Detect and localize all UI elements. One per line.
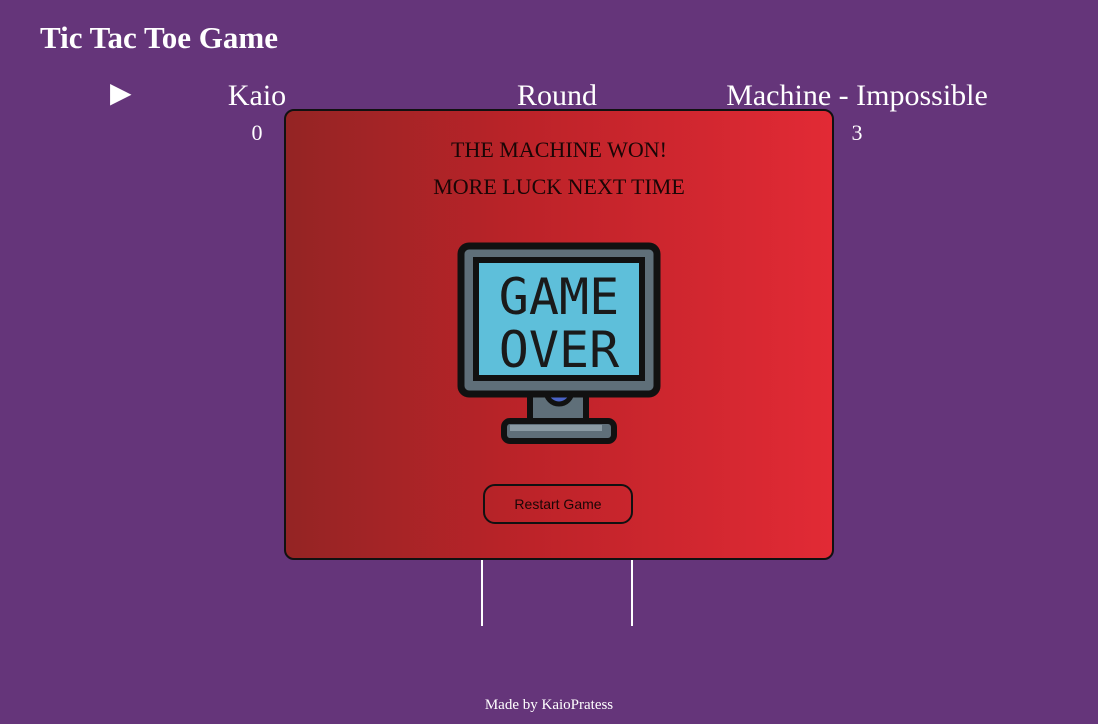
game-over-monitor-icon: GAME OVER (457, 242, 661, 444)
game-over-text-top: GAME (499, 268, 619, 326)
board-grid-line-right (631, 559, 633, 626)
player-score: 0 (251, 120, 263, 145)
game-over-text-bottom: OVER (499, 321, 620, 379)
turn-indicator-icon: ▶ (110, 78, 132, 109)
result-message: THE MACHINE WON! (451, 137, 667, 162)
footer-credit: Made by KaioPratess (484, 697, 614, 713)
consolation-message: MORE LUCK NEXT TIME (433, 174, 685, 199)
board-grid-line-left (481, 559, 483, 626)
machine-score: 3 (851, 120, 863, 145)
player-name: Kaio (227, 79, 287, 112)
restart-game-button[interactable]: Restart Game (483, 484, 633, 524)
page-title: Tic Tac Toe Game (40, 20, 278, 55)
game-over-modal: THE MACHINE WON! MORE LUCK NEXT TIME GAM… (284, 109, 834, 560)
